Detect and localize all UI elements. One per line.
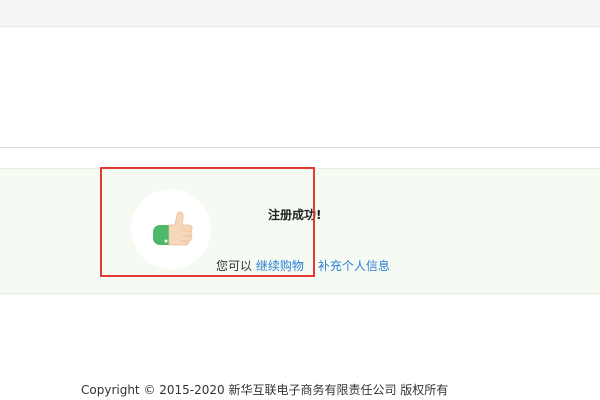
success-title: 注册成功!	[268, 208, 322, 222]
success-panel: 注册成功! 您可以 继续购物 补充个人信息	[0, 168, 600, 294]
continue-shopping-link[interactable]: 继续购物	[256, 259, 304, 273]
complete-profile-link[interactable]: 补充个人信息	[318, 259, 390, 273]
thumbs-up-icon	[153, 211, 193, 246]
actions-prefix: 您可以	[216, 259, 253, 273]
success-actions: 您可以 继续购物 补充个人信息	[216, 257, 390, 274]
header-area	[0, 27, 600, 148]
success-icon-circle	[131, 189, 211, 269]
page: 注册成功! 您可以 继续购物 补充个人信息 Copyright © 2015-20…	[0, 0, 600, 400]
footer-copyright: Copyright © 2015-2020 新华互联电子商务有限责任公司 版权所…	[81, 383, 449, 397]
top-bar	[0, 0, 600, 27]
